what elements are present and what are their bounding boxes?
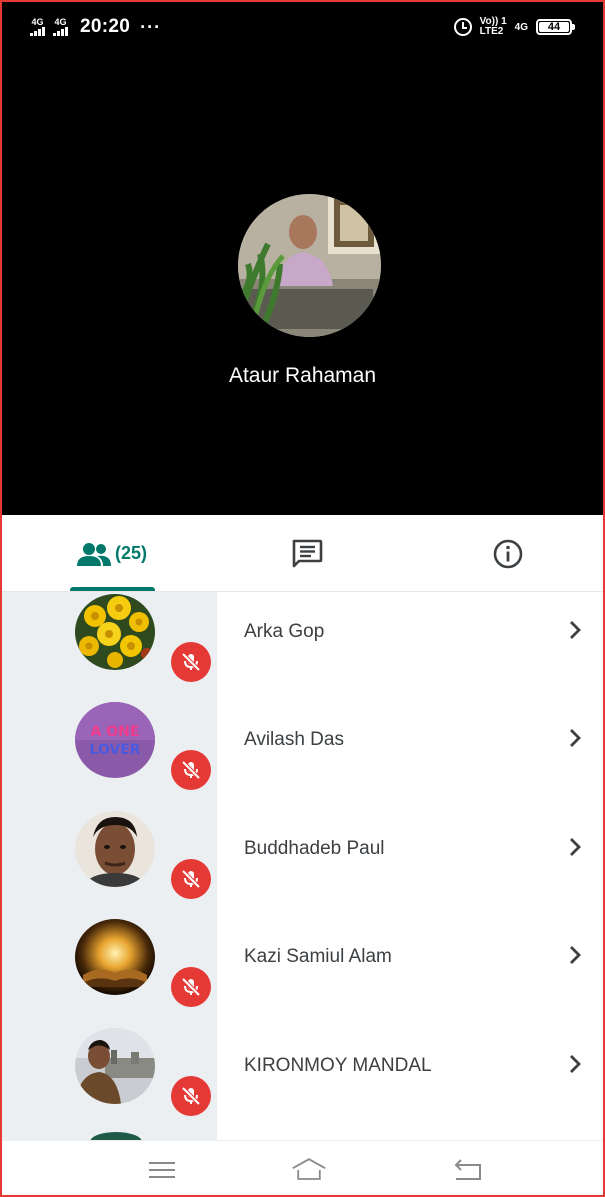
chevron-right-icon[interactable] [565, 1052, 585, 1076]
tab-people[interactable]: (25) [62, 515, 162, 592]
chat-icon [292, 539, 323, 567]
list-item[interactable]: Kazi Samiul Alam [2, 917, 603, 1025]
presenter-avatar [238, 194, 381, 337]
volte-bottom: LTE2 [479, 26, 504, 37]
participant-name: Buddhadeb Paul [244, 838, 385, 859]
home-icon [292, 1158, 326, 1180]
chevron-right-icon[interactable] [565, 835, 585, 859]
status-bar: 4G 4G 20:20 ··· Vo)) 1 LTE2 4G 44 [2, 2, 603, 52]
avatar [75, 1028, 155, 1104]
chevron-right-icon[interactable] [565, 726, 585, 750]
avatar [75, 594, 155, 670]
mic-off-icon [171, 859, 211, 899]
tab-bar: (25) [2, 515, 603, 592]
mic-off-icon [171, 750, 211, 790]
avatar [75, 811, 155, 887]
active-tab-indicator [70, 587, 155, 591]
status-more-dots: ··· [140, 16, 162, 37]
people-count: (25) [114, 543, 147, 563]
volte-indicator: Vo)) 1 LTE2 [480, 17, 507, 37]
mic-off-icon [171, 967, 211, 1007]
avatar-text-line2: LOVER [89, 742, 140, 758]
tab-chat[interactable] [277, 515, 337, 592]
signal-icon-sim2: 4G [53, 18, 68, 36]
mic-off-icon [171, 1076, 211, 1116]
signal-label: 4G [31, 17, 44, 27]
menu-icon [149, 1162, 175, 1178]
people-icon [76, 542, 111, 566]
list-item[interactable]: Arka Gop [2, 592, 603, 700]
list-item[interactable]: KIRONMOY MANDAL [2, 1026, 603, 1134]
tab-info[interactable] [478, 515, 538, 592]
back-icon [454, 1159, 481, 1180]
system-nav-bar [2, 1140, 603, 1195]
participant-list[interactable]: Arka Gop A ONE LOVER Avilash Das Buddhad… [2, 592, 603, 1140]
screen-frame: 4G 4G 20:20 ··· Vo)) 1 LTE2 4G 44 Ataur … [0, 0, 605, 1197]
avatar: A ONE LOVER [75, 702, 155, 778]
info-icon [493, 539, 523, 568]
signal-icon-sim1: 4G [30, 18, 45, 36]
participant-name: Arka Gop [244, 621, 325, 642]
avatar [75, 919, 155, 995]
chevron-right-icon[interactable] [565, 618, 585, 642]
list-item[interactable]: A ONE LOVER Avilash Das [2, 700, 603, 808]
chevron-right-icon[interactable] [565, 943, 585, 967]
mic-off-icon [171, 642, 211, 682]
list-item[interactable]: Buddhadeb Paul [2, 809, 603, 917]
nav-home-button[interactable] [291, 1155, 327, 1185]
battery-icon: 44 [536, 19, 575, 35]
signal-label: 4G [54, 17, 67, 27]
nav-menu-button[interactable] [144, 1155, 180, 1185]
alarm-icon [453, 18, 472, 36]
video-stage[interactable]: 4G 4G 20:20 ··· Vo)) 1 LTE2 4G 44 Ataur … [2, 2, 603, 515]
nav-back-button[interactable] [449, 1155, 485, 1185]
participant-name: KIRONMOY MANDAL [244, 1055, 432, 1076]
network-type: 4G [514, 21, 528, 33]
battery-level: 44 [539, 21, 569, 33]
avatar-text-line1: A ONE [91, 724, 140, 740]
participant-name: Avilash Das [244, 729, 344, 750]
status-time: 20:20 [80, 16, 131, 37]
presenter-name: Ataur Rahaman [228, 364, 377, 387]
participant-name: Kazi Samiul Alam [244, 946, 392, 967]
